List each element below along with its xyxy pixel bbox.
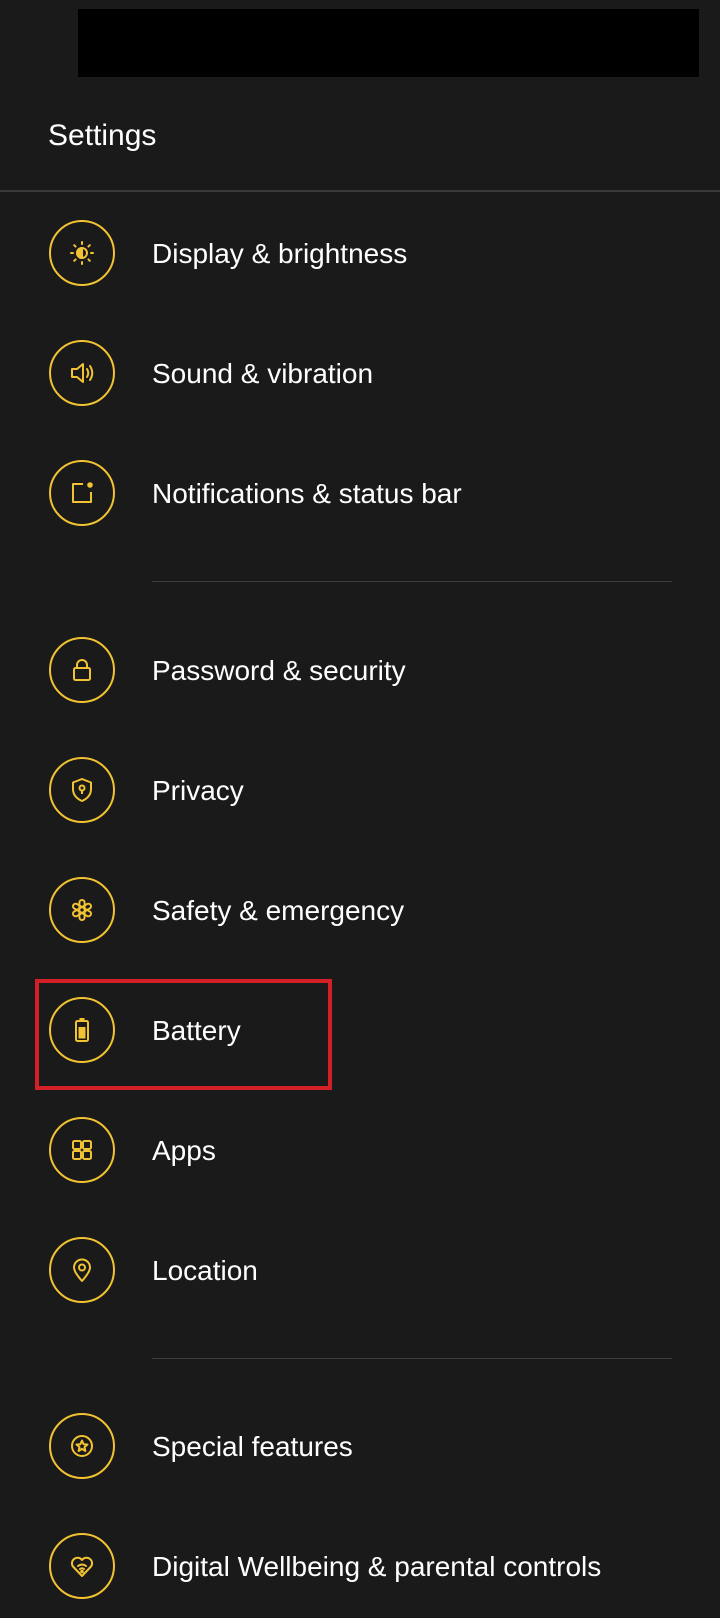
heart-wifi-icon (49, 1533, 115, 1599)
settings-item-label: Apps (152, 1135, 216, 1166)
settings-item-label: Password & security (152, 655, 406, 686)
settings-item-apps[interactable]: Apps (0, 1102, 720, 1202)
settings-item-special-features[interactable]: Special features (0, 1398, 720, 1498)
settings-item-label: Special features (152, 1431, 353, 1462)
asterisk-icon (49, 877, 115, 943)
settings-item-digital-wellbeing[interactable]: Digital Wellbeing & parental controls (0, 1518, 720, 1618)
star-icon (49, 1413, 115, 1479)
settings-item-privacy[interactable]: Privacy (0, 742, 720, 842)
settings-item-battery[interactable]: Battery (0, 982, 720, 1082)
settings-item-label: Notifications & status bar (152, 478, 462, 509)
battery-icon (49, 997, 115, 1063)
settings-item-password-security[interactable]: Password & security (0, 622, 720, 722)
group-divider (152, 1358, 672, 1359)
lock-icon (49, 637, 115, 703)
settings-item-label: Battery (152, 1015, 241, 1046)
settings-item-label: Privacy (152, 775, 244, 806)
page-title: Settings (48, 119, 157, 152)
settings-item-display-brightness[interactable]: Display & brightness (0, 205, 720, 305)
apps-grid-icon (49, 1117, 115, 1183)
header-divider (0, 190, 720, 192)
settings-item-notifications-status-bar[interactable]: Notifications & status bar (0, 445, 720, 545)
location-pin-icon (49, 1237, 115, 1303)
speaker-icon (49, 340, 115, 406)
shield-icon (49, 757, 115, 823)
notification-icon (49, 460, 115, 526)
settings-item-label: Sound & vibration (152, 358, 374, 389)
group-divider (152, 581, 672, 582)
settings-item-label: Location (152, 1255, 258, 1286)
settings-item-sound-vibration[interactable]: Sound & vibration (0, 325, 720, 425)
settings-item-safety-emergency[interactable]: Safety & emergency (0, 862, 720, 962)
settings-item-label: Display & brightness (152, 238, 408, 269)
settings-item-label: Safety & emergency (152, 895, 405, 926)
settings-item-location[interactable]: Location (0, 1222, 720, 1322)
redacted-status-bar (78, 9, 699, 77)
settings-item-label: Digital Wellbeing & parental controls (152, 1551, 602, 1582)
brightness-icon (49, 220, 115, 286)
